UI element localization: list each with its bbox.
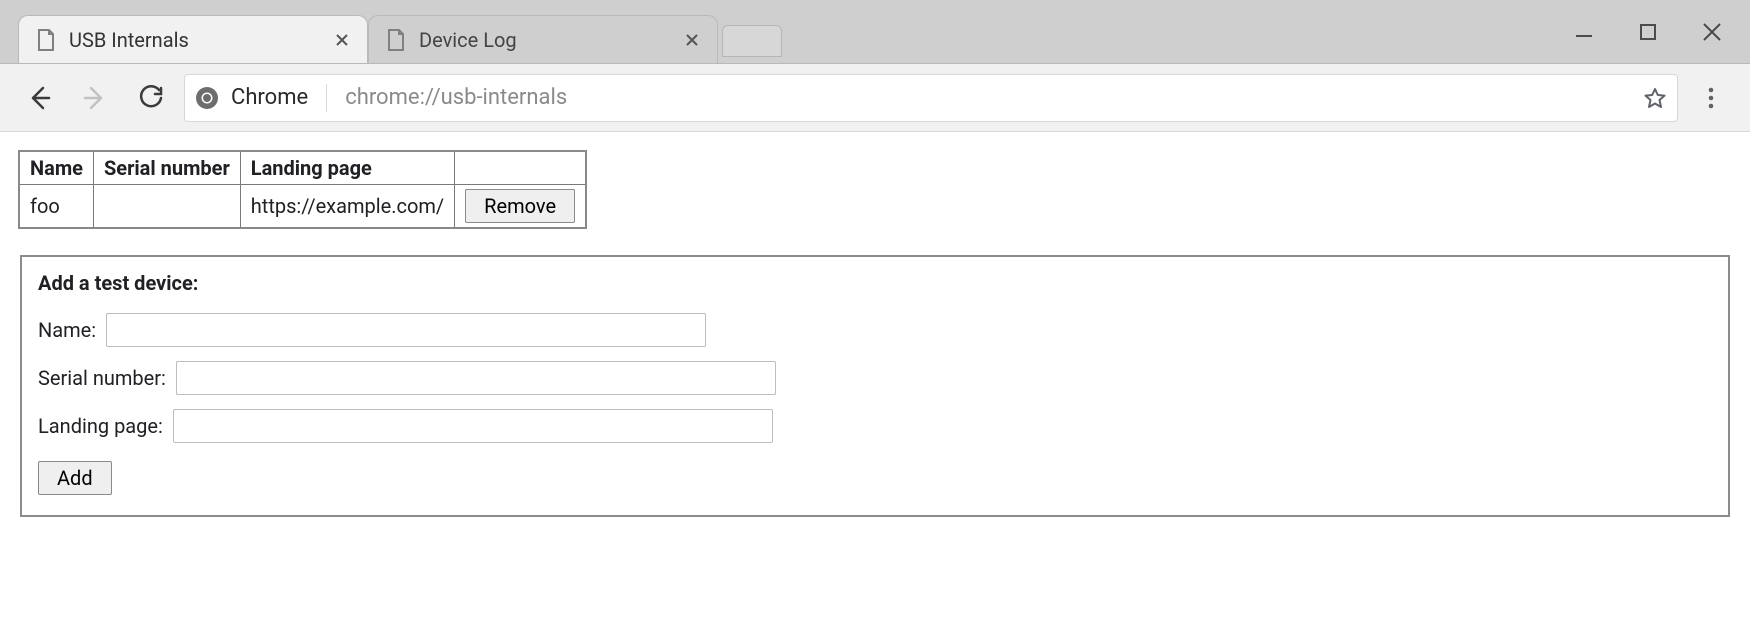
tab-strip: USB Internals Device Log bbox=[0, 0, 1750, 64]
page-content: Name Serial number Landing page foo http… bbox=[0, 132, 1750, 535]
back-button[interactable] bbox=[16, 75, 62, 121]
chrome-icon bbox=[195, 86, 219, 110]
tab-title: Device Log bbox=[419, 28, 671, 52]
close-icon[interactable] bbox=[683, 31, 701, 49]
file-icon bbox=[385, 29, 407, 51]
minimize-button[interactable] bbox=[1566, 14, 1602, 50]
cell-landing: https://example.com/ bbox=[240, 185, 454, 229]
serial-input[interactable] bbox=[176, 361, 776, 395]
table-row: foo https://example.com/ Remove bbox=[19, 185, 586, 229]
address-bar[interactable]: Chrome chrome://usb-internals bbox=[184, 74, 1678, 122]
add-device-fieldset: Add a test device: Name: Serial number: … bbox=[20, 255, 1730, 517]
bookmark-star-icon[interactable] bbox=[1643, 86, 1667, 110]
remove-button[interactable]: Remove bbox=[465, 189, 575, 223]
close-window-button[interactable] bbox=[1694, 14, 1730, 50]
toolbar: Chrome chrome://usb-internals bbox=[0, 64, 1750, 132]
reload-button[interactable] bbox=[128, 75, 174, 121]
table-header-name: Name bbox=[19, 151, 93, 185]
tab-usb-internals[interactable]: USB Internals bbox=[18, 15, 368, 63]
omnibox-origin: Chrome bbox=[231, 85, 308, 110]
devices-table: Name Serial number Landing page foo http… bbox=[18, 150, 587, 229]
window-controls bbox=[1566, 0, 1750, 64]
name-label: Name: bbox=[38, 318, 96, 342]
separator bbox=[326, 84, 327, 112]
tab-title: USB Internals bbox=[69, 28, 321, 52]
tab-device-log[interactable]: Device Log bbox=[368, 15, 718, 63]
maximize-button[interactable] bbox=[1630, 14, 1666, 50]
landing-input[interactable] bbox=[173, 409, 773, 443]
landing-label: Landing page: bbox=[38, 414, 163, 438]
add-button[interactable]: Add bbox=[38, 461, 112, 495]
table-header-serial: Serial number bbox=[93, 151, 240, 185]
cell-name: foo bbox=[19, 185, 93, 229]
omnibox-url: chrome://usb-internals bbox=[345, 85, 1631, 110]
cell-action: Remove bbox=[455, 185, 586, 229]
cell-serial bbox=[93, 185, 240, 229]
add-device-title: Add a test device: bbox=[38, 271, 1712, 295]
new-tab-button[interactable] bbox=[722, 25, 782, 57]
close-icon[interactable] bbox=[333, 31, 351, 49]
forward-button[interactable] bbox=[72, 75, 118, 121]
file-icon bbox=[35, 29, 57, 51]
name-input[interactable] bbox=[106, 313, 706, 347]
serial-label: Serial number: bbox=[38, 366, 166, 390]
table-header-landing: Landing page bbox=[240, 151, 454, 185]
table-header-actions bbox=[455, 151, 586, 185]
browser-menu-button[interactable] bbox=[1688, 75, 1734, 121]
